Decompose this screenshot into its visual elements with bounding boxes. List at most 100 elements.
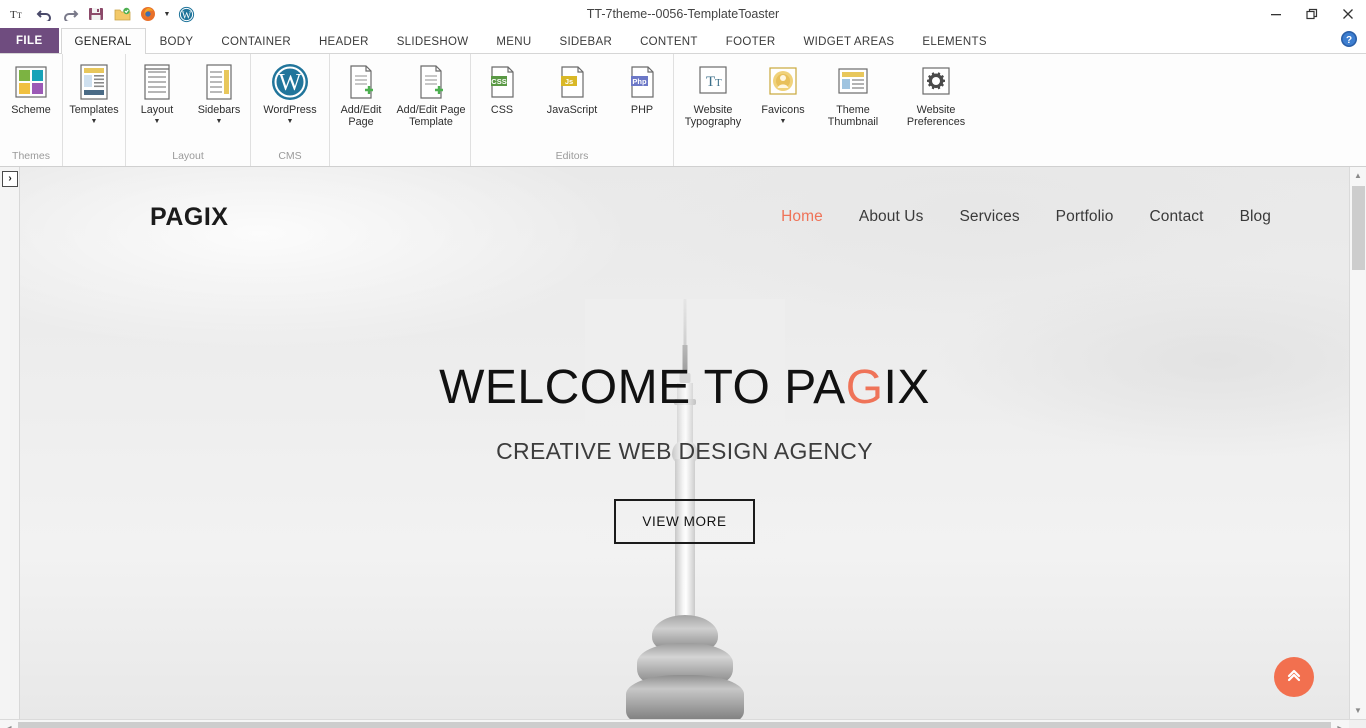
chevron-down-icon[interactable]: ▼ — [780, 118, 787, 126]
ribbon-item-website-typography[interactable]: TT Website Typography — [674, 58, 752, 128]
tab-menu[interactable]: MENU — [482, 28, 545, 54]
double-chevron-up-icon — [1284, 665, 1304, 690]
ribbon-item-scheme[interactable]: Scheme — [0, 58, 62, 117]
undo-arrow-icon[interactable] — [32, 3, 56, 25]
view-more-button[interactable]: VIEW MORE — [614, 499, 755, 545]
ribbon-item-label: Favicons — [761, 104, 805, 116]
ribbon-group-label: Themes — [12, 150, 50, 162]
svg-text:W: W — [181, 10, 191, 21]
js-file-icon: Js — [557, 62, 587, 102]
scroll-down-arrow-icon[interactable]: ▼ — [1350, 702, 1366, 719]
ribbon-item-javascript[interactable]: Js JavaScript — [533, 58, 611, 117]
ribbon-group-label — [63, 148, 125, 166]
hero-subtitle: CREATIVE WEB DESIGN AGENCY — [496, 438, 873, 465]
hero-section: PAGIX Home About Us Services Portfolio C… — [20, 167, 1349, 719]
left-rail: › — [0, 167, 20, 719]
close-icon[interactable] — [1330, 0, 1366, 28]
svg-text:Php: Php — [632, 77, 647, 86]
ribbon-item-add-edit-page[interactable]: Add/Edit Page — [330, 58, 392, 128]
vertical-scrollbar[interactable]: ▲ ▼ — [1349, 167, 1366, 719]
wordpress-icon[interactable]: W — [174, 3, 198, 25]
firefox-icon[interactable] — [136, 3, 160, 25]
scrollbar-corner — [1349, 720, 1366, 728]
ribbon-item-label: Sidebars — [197, 104, 241, 116]
redo-arrow-icon[interactable] — [58, 3, 82, 25]
help-icon[interactable]: ? — [1340, 30, 1358, 48]
chevron-down-icon[interactable]: ▼ — [162, 3, 172, 25]
svg-text:T: T — [17, 11, 22, 20]
ribbon-item-label: Scheme — [11, 104, 51, 116]
css-file-icon: CSS — [487, 62, 517, 102]
ribbon-group-templates: Templates ▼ — [63, 54, 126, 166]
ribbon: Scheme Themes Templates ▼ Layout ▼ Sideb… — [0, 53, 1366, 167]
tab-footer[interactable]: FOOTER — [712, 28, 790, 54]
chevron-down-icon[interactable]: ▼ — [154, 118, 161, 126]
tab-body[interactable]: BODY — [146, 28, 208, 54]
ribbon-item-theme-thumbnail[interactable]: Theme Thumbnail — [814, 58, 892, 128]
vertical-scrollbar-thumb[interactable] — [1352, 186, 1365, 270]
color-scheme-icon — [14, 62, 48, 102]
hero-title: WELCOME TO PAGIX — [439, 360, 930, 415]
tab-slideshow[interactable]: SLIDESHOW — [383, 28, 483, 54]
ribbon-item-label: Add/Edit Page — [340, 104, 382, 128]
tab-elements[interactable]: ELEMENTS — [908, 28, 1000, 54]
ribbon-group-label — [330, 148, 470, 166]
ribbon-item-wordpress[interactable]: W WordPress ▼ — [251, 58, 329, 126]
ribbon-item-label: CSS — [490, 104, 514, 116]
scroll-to-top-button[interactable] — [1274, 657, 1314, 697]
ribbon-group-pages: Add/Edit Page Add/Edit Page Template — [330, 54, 471, 166]
ribbon-item-favicons[interactable]: Favicons ▼ — [752, 58, 814, 126]
ribbon-group-layout: Layout ▼ Sidebars ▼ Layout — [126, 54, 251, 166]
ribbon-item-label: WordPress — [263, 104, 317, 116]
chevron-down-icon[interactable]: ▼ — [287, 118, 294, 126]
theme-thumbnail-icon — [836, 62, 870, 102]
folder-export-icon[interactable] — [110, 3, 134, 25]
ribbon-group-label: Editors — [555, 150, 589, 162]
ribbon-tab-strip: FILE GENERAL BODY CONTAINER HEADER SLIDE… — [0, 28, 1366, 54]
ribbon-item-add-edit-page-template[interactable]: Add/Edit Page Template — [392, 58, 470, 128]
ribbon-item-layout[interactable]: Layout ▼ — [126, 58, 188, 126]
ribbon-item-website-preferences[interactable]: Website Preferences — [892, 58, 980, 128]
expand-panel-button[interactable]: › — [2, 171, 18, 187]
horizontal-scrollbar-thumb[interactable] — [18, 722, 1331, 728]
ribbon-group-label — [674, 148, 980, 166]
sidebars-icon — [204, 62, 234, 102]
ribbon-item-label: JavaScript — [546, 104, 598, 116]
svg-text:T: T — [715, 77, 722, 89]
wordpress-icon: W — [271, 62, 309, 102]
design-canvas[interactable]: PAGIX Home About Us Services Portfolio C… — [20, 167, 1349, 719]
floppy-disk-icon[interactable] — [84, 3, 108, 25]
ribbon-item-label: Add/Edit Page Template — [396, 104, 466, 128]
tab-general[interactable]: GENERAL — [60, 28, 146, 54]
minimize-icon[interactable] — [1258, 0, 1294, 28]
tab-header[interactable]: HEADER — [305, 28, 383, 54]
hero-title-part1: WELCOME TO PA — [439, 360, 846, 414]
svg-text:CSS: CSS — [491, 77, 506, 86]
svg-text:Js: Js — [565, 77, 573, 86]
ribbon-item-css[interactable]: CSS CSS — [471, 58, 533, 117]
window-title: TT-7theme--0056-TemplateToaster — [586, 7, 780, 21]
hero-content: WELCOME TO PAGIX CREATIVE WEB DESIGN AGE… — [20, 167, 1349, 719]
tab-container[interactable]: CONTAINER — [207, 28, 305, 54]
text-size-icon[interactable]: TT — [6, 3, 30, 25]
scroll-right-arrow-icon[interactable]: ▶ — [1332, 720, 1349, 728]
typography-icon: TT — [696, 62, 730, 102]
ribbon-item-label: Layout — [140, 104, 174, 116]
horizontal-scrollbar[interactable]: ◀ ▶ — [0, 719, 1366, 728]
scroll-up-arrow-icon[interactable]: ▲ — [1350, 167, 1366, 184]
ribbon-item-sidebars[interactable]: Sidebars ▼ — [188, 58, 250, 126]
quick-access-toolbar: TT ▼ W — [0, 3, 198, 25]
favicon-icon — [767, 62, 799, 102]
restore-icon[interactable] — [1294, 0, 1330, 28]
chevron-down-icon[interactable]: ▼ — [91, 118, 98, 126]
tab-file[interactable]: FILE — [0, 28, 59, 54]
tab-sidebar[interactable]: SIDEBAR — [545, 28, 626, 54]
ribbon-item-php[interactable]: Php PHP — [611, 58, 673, 117]
ribbon-item-templates[interactable]: Templates ▼ — [63, 58, 125, 126]
horizontal-scrollbar-track[interactable] — [17, 720, 1332, 728]
tab-content[interactable]: CONTENT — [626, 28, 712, 54]
scroll-left-arrow-icon[interactable]: ◀ — [0, 720, 17, 728]
chevron-down-icon[interactable]: ▼ — [216, 118, 223, 126]
title-bar: TT ▼ W TT-7theme--0056-TemplateToaster — [0, 0, 1366, 28]
tab-widget-areas[interactable]: WIDGET AREAS — [789, 28, 908, 54]
